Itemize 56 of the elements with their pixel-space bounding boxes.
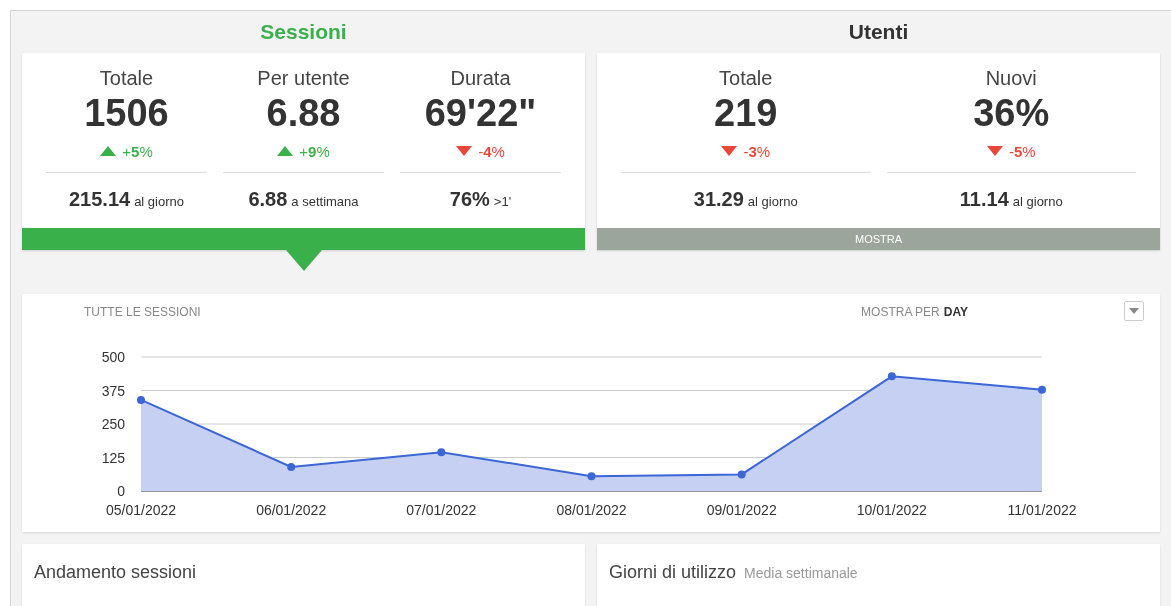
sub-value: 76% — [449, 188, 490, 211]
sub-label: a settimana — [291, 194, 359, 209]
sub-label: al giorno — [134, 194, 184, 209]
panel-title: Andamento sessioni — [34, 562, 197, 583]
x-axis-label: 11/01/2022 — [1007, 502, 1077, 518]
x-axis-label: 05/01/2022 — [105, 502, 177, 518]
data-point — [1038, 385, 1046, 394]
x-axis-label: 08/01/2022 — [556, 502, 627, 518]
sub-value: 6.88 — [248, 188, 288, 211]
data-point — [287, 462, 296, 471]
panel-title: Giorni di utilizzo — [609, 562, 737, 583]
metric-value: 219 — [714, 91, 778, 135]
metric-value: 36% — [973, 91, 1050, 135]
y-axis-label: 375 — [101, 382, 125, 399]
delta-percent: -4% — [478, 142, 505, 160]
x-axis-label: 07/01/2022 — [406, 502, 477, 518]
metric-label: Per utente — [257, 66, 350, 90]
y-axis-label: 125 — [101, 449, 125, 466]
sub-value: 31.29 — [693, 188, 744, 211]
stat-card[interactable]: Totale 219 -3% 31.29 al giorno Nuovi 36% -5% 11.14 al giorno MOSTRA — [597, 53, 1160, 250]
caret-icon — [1129, 308, 1139, 314]
metric-value: 1506 — [84, 91, 169, 135]
y-axis-label: 500 — [101, 349, 125, 365]
metric-value: 69'22" — [424, 91, 537, 135]
delta-percent: -5% — [1008, 142, 1036, 160]
y-axis-label: 250 — [101, 416, 125, 432]
sub-value: 11.14 — [959, 188, 1009, 211]
delta-percent: +5% — [122, 142, 153, 160]
group-by-value[interactable]: DAY — [943, 305, 968, 319]
group-title: Utenti — [847, 19, 910, 45]
x-axis-label: 09/01/2022 — [706, 502, 777, 518]
metric-label: Durata — [450, 66, 511, 90]
dropdown-button[interactable] — [1124, 301, 1144, 321]
data-point — [437, 448, 446, 457]
data-point — [587, 472, 596, 481]
data-point — [137, 395, 145, 404]
group-title: Sessioni — [259, 19, 348, 45]
chart-title: TUTTE LE SESSIONI — [84, 305, 201, 319]
metric-label: Nuovi — [985, 66, 1037, 90]
sub-label: >1' — [493, 194, 512, 209]
metric-label: Totale — [99, 66, 154, 90]
delta-percent: -3% — [743, 142, 771, 160]
delta-percent: +9% — [299, 142, 330, 160]
group-by-label: MOSTRA PER — [861, 305, 940, 319]
metric-value: 6.88 — [266, 91, 341, 135]
sub-value: 215.14 — [68, 188, 131, 211]
x-axis-label: 06/01/2022 — [256, 502, 327, 518]
y-axis-label: 0 — [117, 483, 125, 499]
data-point — [887, 372, 896, 381]
x-axis-label: 10/01/2022 — [856, 502, 927, 518]
selection-pointer — [285, 250, 322, 271]
sub-label: al giorno — [747, 194, 798, 209]
metric-label: Totale — [719, 66, 773, 90]
data-point — [737, 470, 746, 479]
sub-label: al giorno — [1012, 194, 1063, 209]
panel-subtitle: Media settimanale — [744, 565, 858, 581]
